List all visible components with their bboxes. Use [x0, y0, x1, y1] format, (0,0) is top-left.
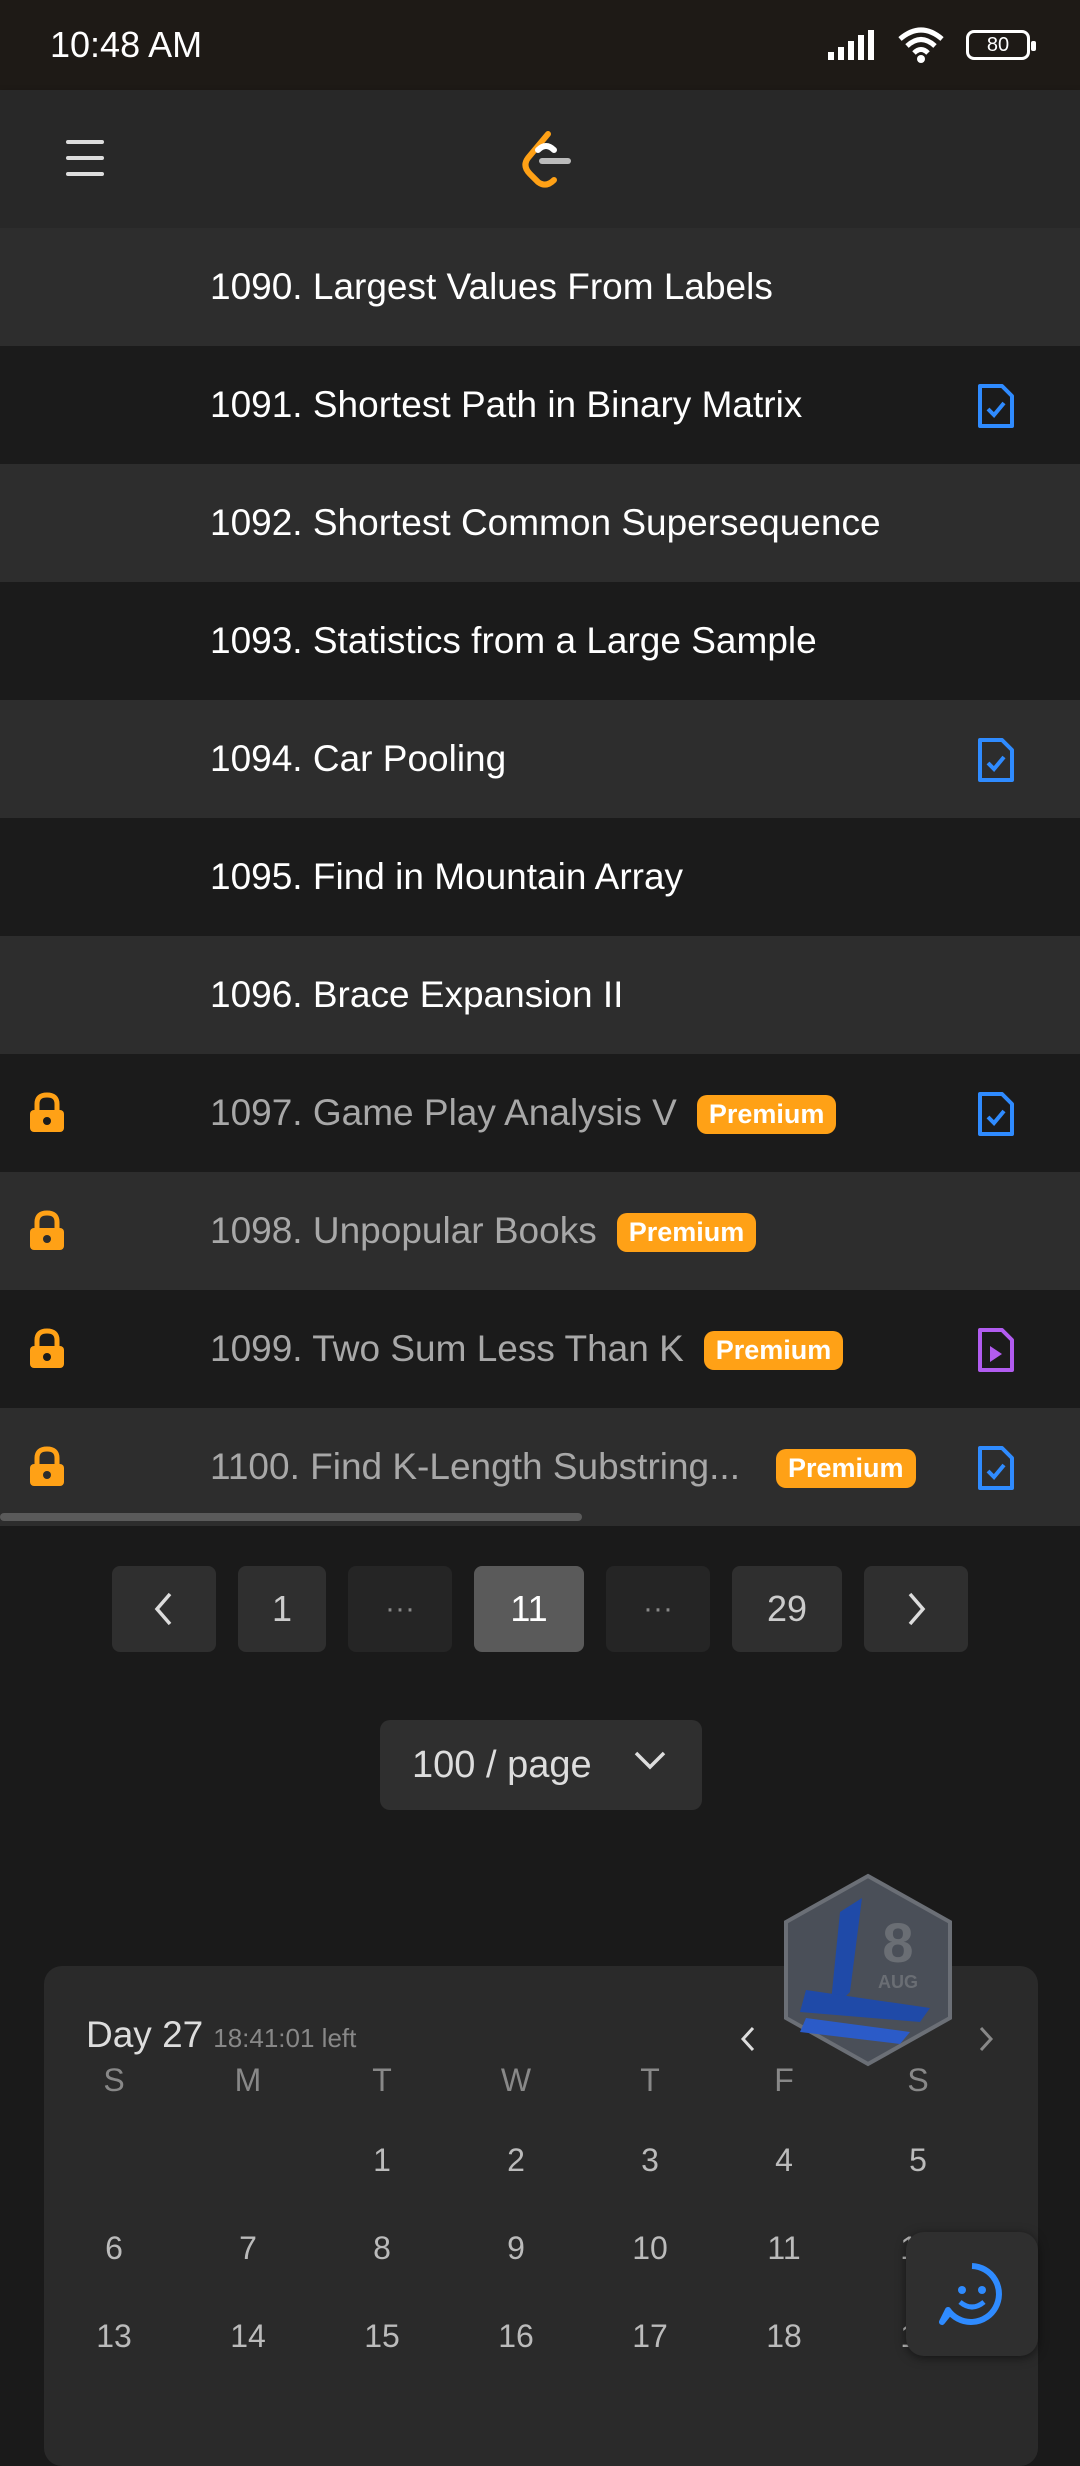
- smiley-chat-icon: [939, 2263, 1002, 2325]
- page-jump-forward-button[interactable]: ···: [606, 1566, 710, 1652]
- solution-check-icon[interactable]: [976, 1444, 1016, 1492]
- calendar-day[interactable]: 16: [466, 2318, 566, 2355]
- problem-row[interactable]: 1098. Unpopular Books Premium: [0, 1172, 1080, 1290]
- weekday-label: W: [500, 2062, 532, 2098]
- chevron-right-icon: [908, 1592, 926, 1626]
- calendar-day-label: Day 27: [86, 2014, 204, 2055]
- solution-check-icon[interactable]: [976, 736, 1016, 784]
- weekday-label: T: [640, 2062, 660, 2098]
- page-size-select[interactable]: 100 / page: [380, 1720, 702, 1810]
- problem-title[interactable]: 1099. Two Sum Less Than K: [210, 1328, 684, 1369]
- current-page-button[interactable]: 11: [474, 1566, 584, 1652]
- status-time: 10:48 AM: [50, 24, 203, 65]
- calendar-day[interactable]: 11: [734, 2230, 834, 2267]
- badge-month: AUG: [878, 1972, 918, 1992]
- page-jump-back-button[interactable]: ···: [348, 1566, 452, 1652]
- weekday-label: M: [234, 2062, 262, 2098]
- premium-badge: Premium: [616, 1213, 757, 1253]
- calendar-prev-month-icon[interactable]: [740, 2026, 756, 2052]
- premium-badge: Premium: [775, 1449, 916, 1489]
- feedback-chat-button[interactable]: [906, 2232, 1038, 2356]
- calendar-day[interactable]: 1: [332, 2142, 432, 2179]
- problem-title-wrap[interactable]: 1098. Unpopular Books Premium: [210, 1210, 757, 1253]
- last-page-button[interactable]: 29: [732, 1566, 842, 1652]
- calendar-time-left: 18:41:01 left: [213, 2023, 357, 2053]
- premium-badge: Premium: [703, 1331, 844, 1371]
- next-page-button[interactable]: [864, 1566, 968, 1652]
- calendar-day[interactable]: 4: [734, 2142, 834, 2179]
- problem-row[interactable]: 1096. Brace Expansion II: [0, 936, 1080, 1054]
- problem-title[interactable]: 1090. Largest Values From Labels: [210, 266, 773, 308]
- signal-icon: [828, 30, 874, 60]
- problem-title[interactable]: 1100. Find K-Length Substring...: [210, 1446, 740, 1487]
- prev-page-button[interactable]: [112, 1566, 216, 1652]
- problem-title-wrap[interactable]: 1097. Game Play Analysis V Premium: [210, 1092, 837, 1135]
- calendar-day[interactable]: 13: [64, 2318, 164, 2355]
- status-bar: 10:48 AM 80: [0, 0, 1080, 90]
- status-icons: 80: [828, 27, 1036, 63]
- problem-row[interactable]: 1094. Car Pooling: [0, 700, 1080, 818]
- lock-icon: [30, 1210, 64, 1250]
- horizontal-scrollbar[interactable]: [0, 1513, 582, 1521]
- premium-badge: Premium: [696, 1095, 837, 1135]
- pagination: 1 ··· 11 ··· 29: [0, 1566, 1080, 1652]
- badge-day: 8: [882, 1911, 913, 1974]
- problem-row[interactable]: 1093. Statistics from a Large Sample: [0, 582, 1080, 700]
- wifi-icon: [898, 27, 944, 63]
- leetcode-logo[interactable]: [518, 130, 574, 190]
- problem-title-wrap[interactable]: 1099. Two Sum Less Than K Premium: [210, 1328, 844, 1371]
- battery-icon: 80: [966, 30, 1036, 60]
- problem-row[interactable]: 1092. Shortest Common Supersequence: [0, 464, 1080, 582]
- page-size-value: 100 / page: [412, 1743, 592, 1786]
- video-solution-icon[interactable]: [976, 1326, 1016, 1374]
- problem-row[interactable]: 1097. Game Play Analysis V Premium: [0, 1054, 1080, 1172]
- problem-title[interactable]: 1098. Unpopular Books: [210, 1210, 597, 1251]
- problem-title[interactable]: 1096. Brace Expansion II: [210, 974, 623, 1016]
- problem-title[interactable]: 1092. Shortest Common Supersequence: [210, 502, 881, 544]
- problem-row[interactable]: 1099. Two Sum Less Than K Premium: [0, 1290, 1080, 1408]
- weekday-label: T: [372, 2062, 392, 2098]
- problem-list: 1090. Largest Values From Labels 1091. S…: [0, 228, 1080, 1526]
- calendar-day[interactable]: 9: [466, 2230, 566, 2267]
- chevron-left-icon: [154, 1592, 172, 1626]
- solution-check-icon[interactable]: [976, 382, 1016, 430]
- calendar-header: Day 27 18:41:01 left: [86, 2014, 356, 2056]
- calendar-day[interactable]: 2: [466, 2142, 566, 2179]
- top-nav-bar: [0, 90, 1080, 228]
- lock-icon: [30, 1092, 64, 1132]
- calendar-day[interactable]: 10: [600, 2230, 700, 2267]
- solution-check-icon[interactable]: [976, 1090, 1016, 1138]
- calendar-day[interactable]: 7: [198, 2230, 298, 2267]
- chevron-down-icon: [634, 1751, 666, 1770]
- calendar-day[interactable]: 6: [64, 2230, 164, 2267]
- lock-icon: [30, 1328, 64, 1368]
- menu-icon[interactable]: [66, 140, 104, 188]
- problem-title[interactable]: 1093. Statistics from a Large Sample: [210, 620, 817, 662]
- calendar-next-month-icon[interactable]: [978, 2026, 994, 2052]
- problem-title[interactable]: 1097. Game Play Analysis V: [210, 1092, 677, 1133]
- problem-title[interactable]: 1095. Find in Mountain Array: [210, 856, 683, 898]
- calendar-day[interactable]: 15: [332, 2318, 432, 2355]
- problem-title-wrap[interactable]: 1100. Find K-Length Substring... Premium: [210, 1446, 916, 1489]
- calendar-day[interactable]: 17: [600, 2318, 700, 2355]
- weekday-label: S: [103, 2062, 125, 2098]
- problem-row[interactable]: 1091. Shortest Path in Binary Matrix: [0, 346, 1080, 464]
- problem-title[interactable]: 1094. Car Pooling: [210, 738, 506, 780]
- calendar-day[interactable]: 14: [198, 2318, 298, 2355]
- calendar-day[interactable]: 5: [868, 2142, 968, 2179]
- problem-row[interactable]: 1095. Find in Mountain Array: [0, 818, 1080, 936]
- monthly-badge[interactable]: 8 AUG: [780, 1872, 956, 2068]
- battery-level: 80: [986, 33, 1010, 56]
- problem-title[interactable]: 1091. Shortest Path in Binary Matrix: [210, 384, 802, 426]
- problem-row[interactable]: 1090. Largest Values From Labels: [0, 228, 1080, 346]
- lock-icon: [30, 1446, 64, 1486]
- page-1-button[interactable]: 1: [238, 1566, 326, 1652]
- problem-row[interactable]: 1100. Find K-Length Substring... Premium: [0, 1408, 1080, 1526]
- calendar-day[interactable]: 3: [600, 2142, 700, 2179]
- calendar-day[interactable]: 18: [734, 2318, 834, 2355]
- calendar-day[interactable]: 8: [332, 2230, 432, 2267]
